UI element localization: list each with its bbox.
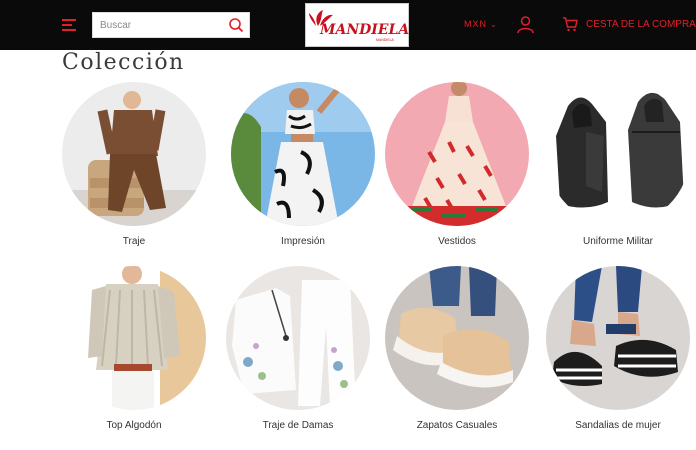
- collection-label-traje: Traje: [122, 236, 146, 247]
- collection-label-vestidos: Vestidos: [438, 236, 476, 247]
- hamburger-menu-icon[interactable]: [61, 17, 77, 33]
- store-logo[interactable]: MANDIELA MANDIELA: [305, 3, 409, 47]
- page-title: Colección: [62, 50, 185, 75]
- currency-label: MXN: [464, 19, 487, 29]
- currency-selector[interactable]: MXN ⌄: [464, 19, 498, 31]
- search-box: [92, 12, 250, 38]
- user-icon[interactable]: [516, 15, 535, 34]
- top-header: MANDIELA MANDIELA MXN⌄ CESTA DE LA COMPR…: [0, 0, 696, 50]
- search-icon[interactable]: [228, 17, 244, 33]
- collection-label-impresion: Impresión: [281, 236, 325, 247]
- collection-label-zapatos-casuales: Zapatos Casuales: [416, 420, 498, 431]
- shopping-cart-icon[interactable]: [562, 16, 578, 32]
- collection-label-traje-de-damas: Traje de Damas: [262, 420, 334, 431]
- search-input[interactable]: [93, 13, 223, 37]
- collection-image-vestidos: [385, 82, 529, 226]
- chevron-down-icon: ⌄: [490, 20, 498, 29]
- collection-label-uniforme-militar: Uniforme Militar: [582, 236, 653, 247]
- collection-image-impresion: [231, 82, 375, 226]
- cart-link[interactable]: CESTA DE LA COMPRA: [586, 19, 696, 30]
- collection-image-zapatos-casuales: [385, 266, 529, 410]
- collection-image-traje-de-damas: [226, 266, 370, 410]
- logo-text: MANDIELA: [319, 22, 409, 38]
- collection-image-sandalias-de-mujer: [546, 266, 690, 410]
- logo-subtext: MANDIELA: [376, 38, 395, 42]
- collection-image-uniforme-militar: [546, 82, 690, 226]
- collection-image-top-algodon: [62, 266, 206, 410]
- collection-label-sandalias-de-mujer: Sandalias de mujer: [575, 420, 661, 431]
- collection-image-traje: [62, 82, 206, 226]
- collection-label-top-algodon: Top Algodón: [106, 420, 162, 431]
